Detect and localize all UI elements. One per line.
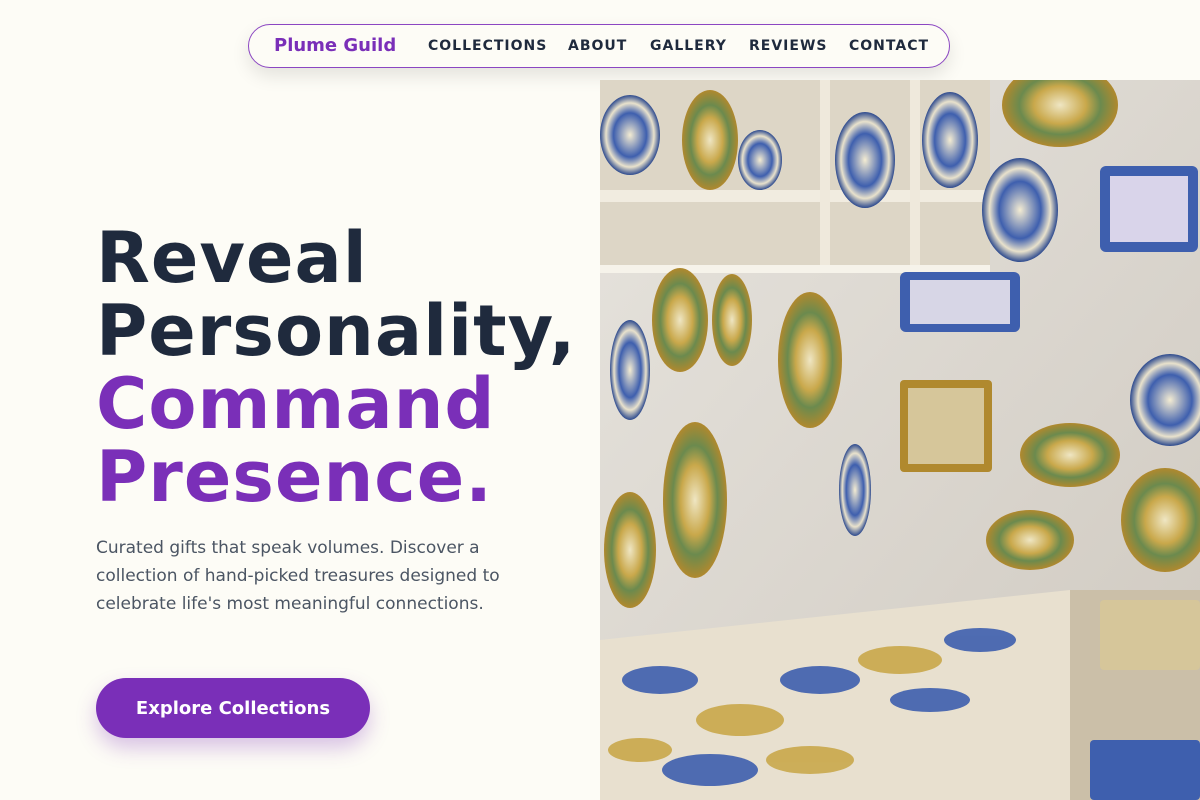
hero-title-line-4: Presence. — [96, 436, 493, 518]
hero-title: Reveal Personality, Command Presence. — [96, 222, 576, 514]
nav-collections[interactable]: COLLECTIONS — [428, 25, 547, 67]
nav-gallery[interactable]: GALLERY — [650, 25, 727, 67]
hero-title-line-3: Command — [96, 363, 496, 445]
nav-about[interactable]: ABOUT — [568, 25, 627, 67]
hero-title-line-1: Reveal — [96, 217, 368, 299]
hero-image — [600, 80, 1200, 800]
nav-reviews[interactable]: REVIEWS — [749, 25, 827, 67]
nav-contact[interactable]: CONTACT — [849, 25, 929, 67]
hero-description: Curated gifts that speak volumes. Discov… — [96, 538, 500, 614]
brand-logo[interactable]: Plume Guild — [274, 25, 396, 67]
top-nav: Plume Guild COLLECTIONS ABOUT GALLERY RE… — [248, 24, 950, 68]
explore-collections-button[interactable]: Explore Collections — [96, 678, 370, 738]
hero-title-line-2: Personality, — [96, 290, 577, 372]
